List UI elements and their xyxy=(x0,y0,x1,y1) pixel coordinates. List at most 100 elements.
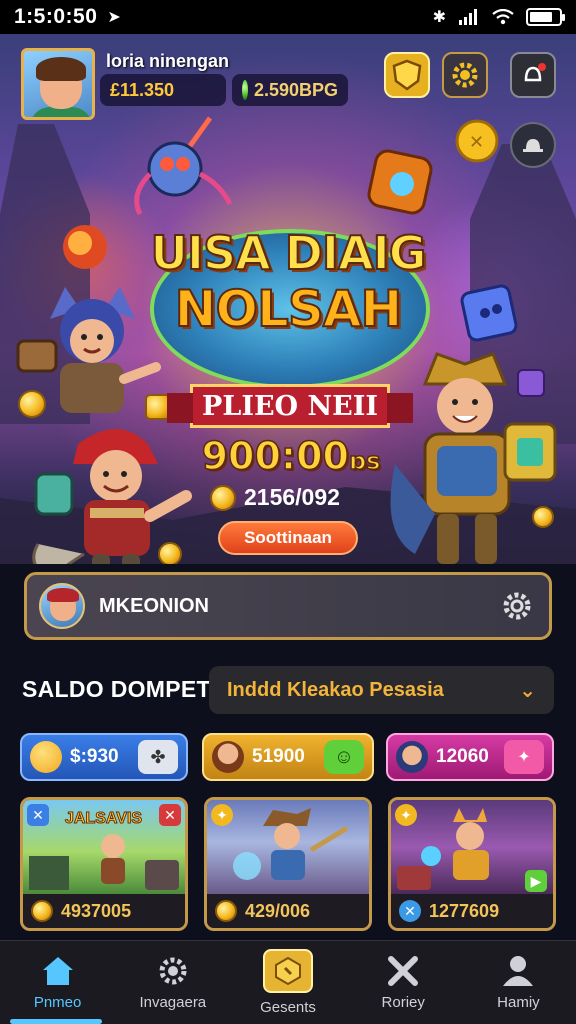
gold-value: £11.350 xyxy=(110,79,175,100)
orange-gem-icon xyxy=(367,149,433,215)
avatar[interactable] xyxy=(21,48,95,120)
cross-icon xyxy=(388,956,419,986)
game-card-footer: 429/006 xyxy=(207,894,369,928)
pink-action-button[interactable]: ✦ xyxy=(504,740,544,774)
hero-character-knight xyxy=(390,352,557,564)
compass-icon: ✕ xyxy=(399,900,421,922)
banner-cta-button[interactable]: Soottinaan xyxy=(218,521,358,555)
coin-icon xyxy=(532,506,554,528)
game-card[interactable]: ✦ ▶ ✕ 1277609 xyxy=(388,797,556,931)
coin-badge-icon: ✦ xyxy=(395,804,417,826)
nav-item-rewards[interactable]: Roriey xyxy=(346,941,461,1024)
currency-tile-pink[interactable]: 12060 ✦ xyxy=(386,733,554,781)
game-card[interactable]: ✦ 429/006 xyxy=(204,797,372,931)
banner-ribbon: PLIEO NEII xyxy=(167,384,413,428)
smiley-icon: ☺ xyxy=(333,745,355,768)
paw-icon: ✤ xyxy=(150,746,166,767)
signal-icon xyxy=(459,9,477,25)
banner-title-line1: UISA DIAIG xyxy=(150,225,428,281)
add-button[interactable]: ✤ xyxy=(138,740,178,774)
avatar xyxy=(212,741,244,773)
gear-icon xyxy=(159,957,187,985)
status-icons: ✱ xyxy=(432,7,565,27)
banner-title-line2: NOLSAH xyxy=(174,279,404,339)
coin-icon xyxy=(158,542,182,564)
coin-icon xyxy=(215,900,237,922)
game-card-footer: 4937005 xyxy=(23,894,185,928)
gear-icon xyxy=(452,62,478,88)
gem-balance: 2.590BPG xyxy=(232,74,348,106)
profile-settings-button[interactable] xyxy=(497,586,537,626)
notification-button[interactable] xyxy=(510,52,556,98)
gem-icon xyxy=(242,80,248,100)
bluetooth-icon: ✱ xyxy=(432,9,446,26)
avatar xyxy=(396,741,428,773)
gem-icon: ✦ xyxy=(517,749,531,766)
status-bar: 1:5:0:50 ➤ ✱ xyxy=(0,0,576,34)
nav-item-profile[interactable]: Hamiy xyxy=(461,941,576,1024)
coin-counter: 2156/092 xyxy=(210,484,340,511)
nav-label: Invagaera xyxy=(139,994,207,1011)
fireball-icon xyxy=(63,225,107,269)
profile-name: MKEONION xyxy=(99,594,209,617)
coin-icon xyxy=(210,484,236,511)
coin-icon xyxy=(18,390,46,418)
settings-button[interactable] xyxy=(442,52,488,98)
currency-value: 12060 xyxy=(436,746,489,767)
profile-card[interactable]: MKEONION xyxy=(24,572,552,640)
svg-text:✕: ✕ xyxy=(469,132,484,153)
bottom-nav: Pnmeo Invagaera Gesents Roriey Hamiy xyxy=(0,940,576,1024)
close-badge-icon[interactable]: ✕ xyxy=(27,804,49,826)
nav-label: Pnmeo xyxy=(33,994,82,1011)
shield-icon xyxy=(392,59,422,91)
nav-active-indicator xyxy=(10,1019,102,1024)
gold-coin-icon: ✕ xyxy=(455,119,499,163)
coin-count: 2156/092 xyxy=(244,484,340,510)
wallet-label: SALDO DOMPET xyxy=(22,676,211,702)
game-art xyxy=(29,834,179,890)
game-card-value: 429/006 xyxy=(245,900,311,921)
nav-label: Hamiy xyxy=(497,994,540,1011)
hexagon-icon xyxy=(263,949,313,993)
person-icon xyxy=(503,956,534,986)
avatar xyxy=(39,583,85,629)
wallet-dropdown[interactable]: Inddd Kleakao Pesasia ⌄ xyxy=(209,666,554,714)
game-card-value: 4937005 xyxy=(61,900,132,921)
emoji-avatar-icon xyxy=(30,741,62,773)
status-time: 1:5:0:50 xyxy=(14,5,98,28)
alarm-button[interactable] xyxy=(510,122,556,168)
close-badge-icon[interactable]: ✕ xyxy=(159,804,181,826)
wifi-icon xyxy=(492,9,514,25)
nav-item-settings[interactable]: Invagaera xyxy=(115,941,230,1024)
coin-icon xyxy=(31,900,53,922)
nav-label: Gesents xyxy=(260,999,316,1016)
prize-amount: 900:00ɒs xyxy=(201,433,381,479)
game-card-value: 1277609 xyxy=(429,900,500,921)
bell-icon xyxy=(524,63,546,82)
nav-label: Roriey xyxy=(381,994,425,1011)
nav-item-home[interactable]: Pnmeo xyxy=(0,941,115,1024)
currency-value: 51900 xyxy=(252,746,305,767)
gem-value: 2.590BPG xyxy=(253,79,338,100)
home-icon xyxy=(42,957,73,985)
chevron-down-icon: ⌄ xyxy=(519,679,536,702)
game-card[interactable]: JALSAVIS ✕ ✕ 4937005 xyxy=(20,797,188,931)
currency-tile-gold[interactable]: 51900 ☺ xyxy=(202,733,374,781)
currency-tile-blue[interactable]: $:930 ✤ xyxy=(20,733,188,781)
bell-icon xyxy=(523,139,543,152)
coin-badge-icon: ✦ xyxy=(211,804,233,826)
gear-icon xyxy=(503,592,531,620)
robot-creature-icon xyxy=(134,116,233,216)
gold-balance: £11.350 xyxy=(100,74,226,106)
hero-character-red xyxy=(32,429,192,564)
nav-item-events[interactable]: Gesents xyxy=(230,941,345,1024)
game-card-footer: ✕ 1277609 xyxy=(391,894,553,928)
battery-icon xyxy=(526,8,565,26)
player-name: loria ninengan xyxy=(106,51,230,71)
wallet-selected-option: Inddd Kleakao Pesasia xyxy=(227,678,444,701)
location-arrow-icon: ➤ xyxy=(107,9,121,26)
currency-value: $:930 xyxy=(70,746,119,767)
smiley-button[interactable]: ☺ xyxy=(324,740,364,774)
shield-button[interactable] xyxy=(384,52,430,98)
play-badge-icon[interactable]: ▶ xyxy=(525,870,547,892)
